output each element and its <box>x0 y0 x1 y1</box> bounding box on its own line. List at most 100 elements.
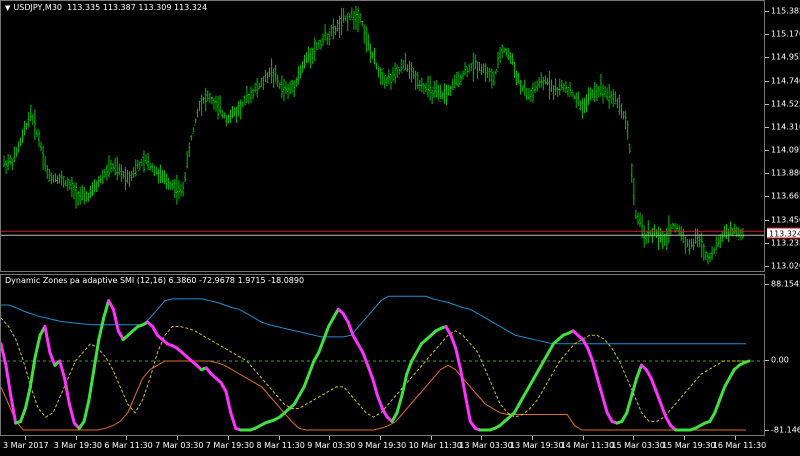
smi-down-segment <box>4 363 13 397</box>
smi-down-segment <box>449 333 458 350</box>
smi-up-segment <box>718 385 727 402</box>
smi-up-segment <box>87 368 96 402</box>
smi-up-segment <box>82 398 91 423</box>
price-tick-label: 114.310 <box>771 122 800 132</box>
price-tick-label: 114.095 <box>771 145 800 155</box>
smi-down-segment <box>459 368 467 397</box>
triangle-down-icon[interactable]: ▼ <box>5 4 10 12</box>
smi-up-segment <box>395 394 404 415</box>
time-tick-label: 7 Mar 03:30 <box>155 441 204 450</box>
time-tick-mark <box>633 436 635 440</box>
time-tick-mark <box>177 436 179 440</box>
time-tick-label: 14 Mar 11:30 <box>560 441 615 450</box>
smi-down-segment <box>63 376 71 406</box>
smi-up-segment <box>400 372 409 397</box>
time-axis[interactable]: 3 Mar 2017 3 Mar 19:30 6 Mar 11:30 7 Mar 03… <box>0 436 767 456</box>
price-chart-panel[interactable]: ▼ USDJPY,M30 113.335 113.387 113.309 113.… <box>0 0 765 272</box>
smi-down-segment <box>9 394 18 425</box>
price-tick-mark <box>765 219 769 221</box>
price-tick-label: 113.665 <box>771 191 800 201</box>
smi-down-segment <box>586 346 595 363</box>
indicator-tick-mark <box>765 284 769 285</box>
smi-down-segment <box>600 394 609 415</box>
smi-down-segment <box>361 350 370 367</box>
smi-down-segment <box>659 402 668 419</box>
time-tick-mark <box>278 436 280 440</box>
time-tick-mark <box>734 436 736 440</box>
smi-down-segment <box>346 320 355 337</box>
ohlc-label: 113.335 113.387 113.309 113.324 <box>67 3 208 12</box>
candles-group <box>3 5 744 265</box>
time-tick-mark <box>684 436 686 440</box>
smi-up-segment <box>23 385 32 410</box>
time-tick-label: 10 Mar 11:30 <box>408 441 463 450</box>
price-tick-mark <box>765 126 769 128</box>
price-scale[interactable]: 115.385 115.170 114.955 114.740 114.525 114.3… <box>765 0 800 272</box>
time-tick-mark <box>582 436 584 440</box>
time-tick-label: 13 Mar 03:30 <box>459 441 513 450</box>
price-tick-label: 113.450 <box>771 215 800 225</box>
time-tick-label: 16 Mar 11:30 <box>712 441 767 450</box>
time-tick-mark <box>379 436 381 440</box>
smi-down-segment <box>595 376 604 397</box>
current-price-tag: 113.324 <box>767 227 800 239</box>
time-tick-label: 15 Mar 19:30 <box>662 441 716 450</box>
mid-zone-line <box>1 317 746 422</box>
smi-up-segment <box>630 376 639 397</box>
smi-down-segment <box>43 325 52 354</box>
time-tick-mark <box>25 436 26 440</box>
indicator-tick-mark <box>765 360 769 362</box>
time-tick-label: 9 Mar 19:30 <box>357 441 407 450</box>
price-tick-mark <box>765 266 769 267</box>
smi-up-segment <box>322 325 331 341</box>
upper-zone-line <box>1 295 746 345</box>
price-tick-label: 114.955 <box>771 52 800 62</box>
price-tick-label: 115.170 <box>771 29 800 39</box>
indicator-tick-mark <box>765 430 769 431</box>
time-tick-label: 9 Mar 03:30 <box>307 441 356 450</box>
smi-up-segment <box>97 316 106 341</box>
smi-up-segment <box>19 407 27 423</box>
smi-up-segment <box>302 372 311 389</box>
smi-up-segment <box>33 333 42 359</box>
indicator-scale[interactable]: 88.1545 0.00 -81.1466 <box>765 274 800 436</box>
smi-up-segment <box>635 363 643 380</box>
price-tick-label: 115.385 <box>771 6 800 16</box>
time-tick-mark <box>481 436 483 440</box>
smi-down-segment <box>58 359 67 380</box>
smi-up-segment <box>713 398 722 415</box>
smi-up-segment <box>742 359 751 365</box>
price-tick-label: 114.740 <box>771 76 800 86</box>
smi-down-segment <box>649 376 658 393</box>
smi-down-segment <box>48 350 57 367</box>
smi-down-segment <box>1 342 8 367</box>
price-tick-label: 113.020 <box>771 261 800 271</box>
time-tick-label: 3 Mar 2017 <box>3 441 49 450</box>
price-tick-mark <box>765 34 769 36</box>
smi-up-segment <box>307 359 316 376</box>
smi-up-segment <box>405 359 414 376</box>
time-tick-label: 13 Mar 19:30 <box>510 441 564 450</box>
time-tick-label: 3 Mar 19:30 <box>53 441 103 450</box>
time-tick-mark <box>329 436 331 440</box>
smi-up-segment <box>317 338 326 354</box>
smi-down-segment <box>111 307 120 333</box>
smi-up-segment <box>102 299 111 320</box>
indicator-panel[interactable]: Dynamic Zones pa adaptive SMI (12,16) 6.… <box>0 274 765 436</box>
symbol-label: USDJPY,M30 <box>13 3 63 12</box>
time-tick-mark <box>532 436 533 440</box>
price-tick-mark <box>765 150 769 152</box>
smi-down-segment <box>371 376 379 397</box>
price-tick-mark <box>765 11 769 12</box>
price-chart-canvas <box>1 5 764 265</box>
smi-down-segment <box>366 363 375 380</box>
smi-down-segment <box>375 394 384 410</box>
price-tick-label: 114.525 <box>771 99 800 109</box>
price-tick-mark <box>765 173 769 175</box>
time-tick-label: 7 Mar 19:30 <box>205 441 255 450</box>
time-tick-mark <box>126 436 128 440</box>
chart-title: ▼ USDJPY,M30 113.335 113.387 113.309 113.… <box>5 3 207 12</box>
time-tick-mark <box>227 436 229 440</box>
indicator-canvas <box>1 295 764 432</box>
time-tick-mark <box>430 436 432 440</box>
